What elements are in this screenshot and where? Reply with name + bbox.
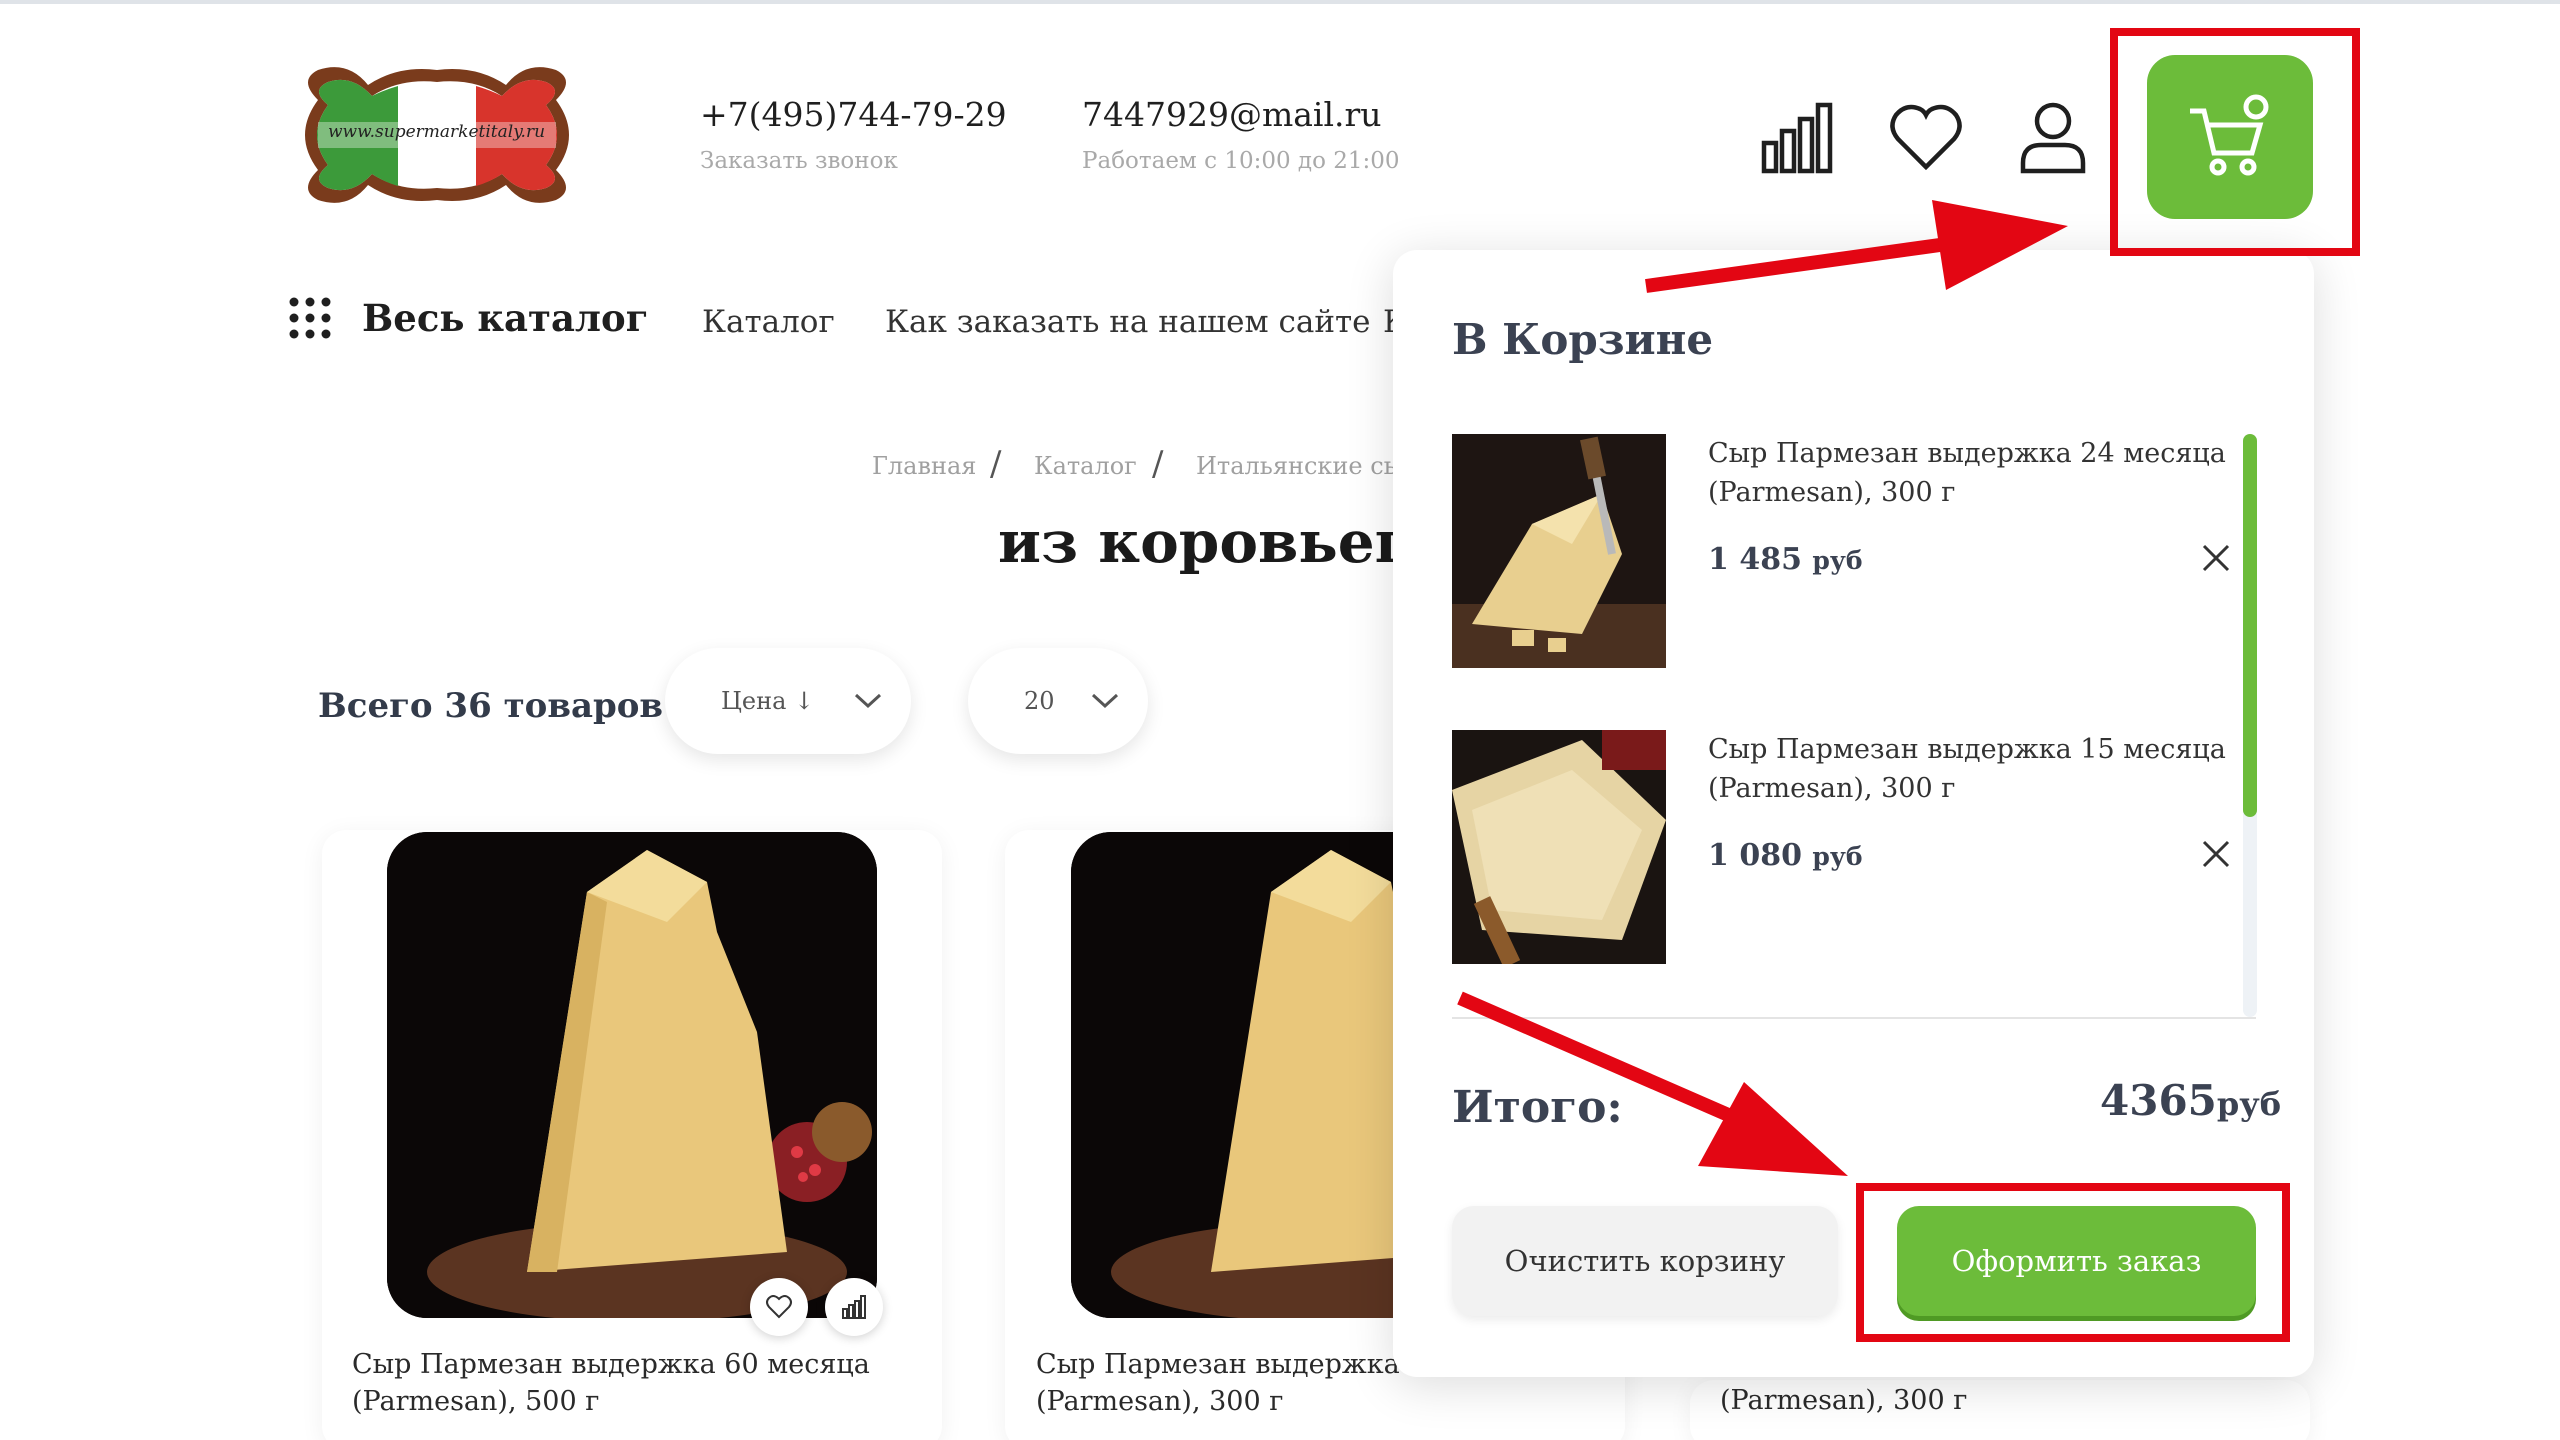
compare-icon[interactable]	[1758, 97, 1838, 177]
cart-scrollbar-thumb[interactable]	[2243, 434, 2257, 817]
logo-text: www.supermarketitaly.ru	[328, 122, 546, 142]
top-border	[0, 0, 2560, 4]
breadcrumb-separator: /	[1152, 444, 1164, 484]
breadcrumb-catalog[interactable]: Каталог	[1034, 452, 1137, 480]
sort-select[interactable]: Цена ↓	[665, 648, 911, 754]
per-page-value: 20	[1024, 687, 1055, 715]
cart-total-value: 4365руб	[2100, 1076, 2281, 1125]
callback-link[interactable]: Заказать звонок	[700, 148, 898, 174]
heart-icon[interactable]	[1886, 97, 1966, 177]
breadcrumb-home[interactable]: Главная	[872, 452, 976, 480]
chevron-down-icon	[1091, 693, 1119, 709]
cart-item-name[interactable]: Сыр Пармезан выдержка 24 месяца (Parmesa…	[1708, 434, 2228, 512]
heart-icon	[766, 1295, 792, 1319]
add-to-compare-button[interactable]	[825, 1278, 883, 1336]
add-to-favorites-button[interactable]	[750, 1278, 808, 1336]
cart-item-currency: руб	[1812, 842, 1863, 871]
cart-title: В Корзине	[1452, 315, 1714, 364]
phone-number[interactable]: +7(495)744-79-29	[700, 95, 1007, 134]
product-image[interactable]	[387, 832, 877, 1318]
close-icon	[2202, 840, 2230, 868]
cart-item-name[interactable]: Сыр Пармезан выдержка 15 месяца (Parmesa…	[1708, 730, 2228, 808]
product-title[interactable]: Сыр Пармезан выдержка 60 месяца (Parmesa…	[352, 1346, 912, 1420]
chevron-down-icon	[854, 693, 882, 709]
grid-dots-icon	[289, 297, 331, 339]
cart-item-image[interactable]	[1452, 434, 1666, 668]
remove-item-button[interactable]	[2198, 836, 2234, 872]
all-catalog-label: Весь каталог	[362, 296, 649, 340]
product-title[interactable]: (Parmesan), 300 г	[1720, 1382, 2280, 1419]
breadcrumb-separator: /	[990, 444, 1002, 484]
cart-item-price-value: 1 080	[1708, 838, 1802, 873]
cart-item-currency: руб	[1812, 546, 1863, 575]
page-title: из коровьего	[998, 508, 1449, 576]
working-hours: Работаем с 10:00 до 21:00	[1082, 148, 1400, 174]
cart-item-price-value: 1 485	[1708, 542, 1802, 577]
cart-total-number: 4365	[2100, 1076, 2217, 1125]
per-page-select[interactable]: 20	[968, 648, 1148, 754]
sort-label: Цена ↓	[721, 687, 815, 715]
highlight-box-checkout	[1856, 1183, 2290, 1342]
email-link[interactable]: 7447929@mail.ru	[1082, 95, 1382, 134]
nav-how-to-order[interactable]: Как заказать на нашем сайте	[885, 304, 1371, 340]
all-catalog-menu[interactable]: Весь каталог	[288, 296, 648, 340]
cart-divider	[1452, 1017, 2256, 1019]
remove-item-button[interactable]	[2198, 540, 2234, 576]
products-count: Всего 36 товаров	[318, 686, 664, 726]
cart-item-image[interactable]	[1452, 730, 1666, 964]
clear-cart-button[interactable]: Очистить корзину	[1452, 1206, 1838, 1316]
breadcrumb-italian-cheeses[interactable]: Итальянские сыр	[1196, 452, 1418, 480]
nav-catalog[interactable]: Каталог	[702, 304, 835, 340]
cart-total-currency: руб	[2216, 1085, 2282, 1123]
compare-icon	[842, 1295, 866, 1319]
user-icon[interactable]	[2013, 97, 2093, 177]
cart-item-price: 1 080 руб	[1708, 838, 1863, 873]
site-logo[interactable]: www.supermarketitaly.ru	[288, 60, 586, 210]
cart-item-price: 1 485 руб	[1708, 542, 1863, 577]
close-icon	[2202, 544, 2230, 572]
highlight-box-cart	[2110, 28, 2360, 256]
cart-total-label: Итого:	[1452, 1082, 1623, 1133]
